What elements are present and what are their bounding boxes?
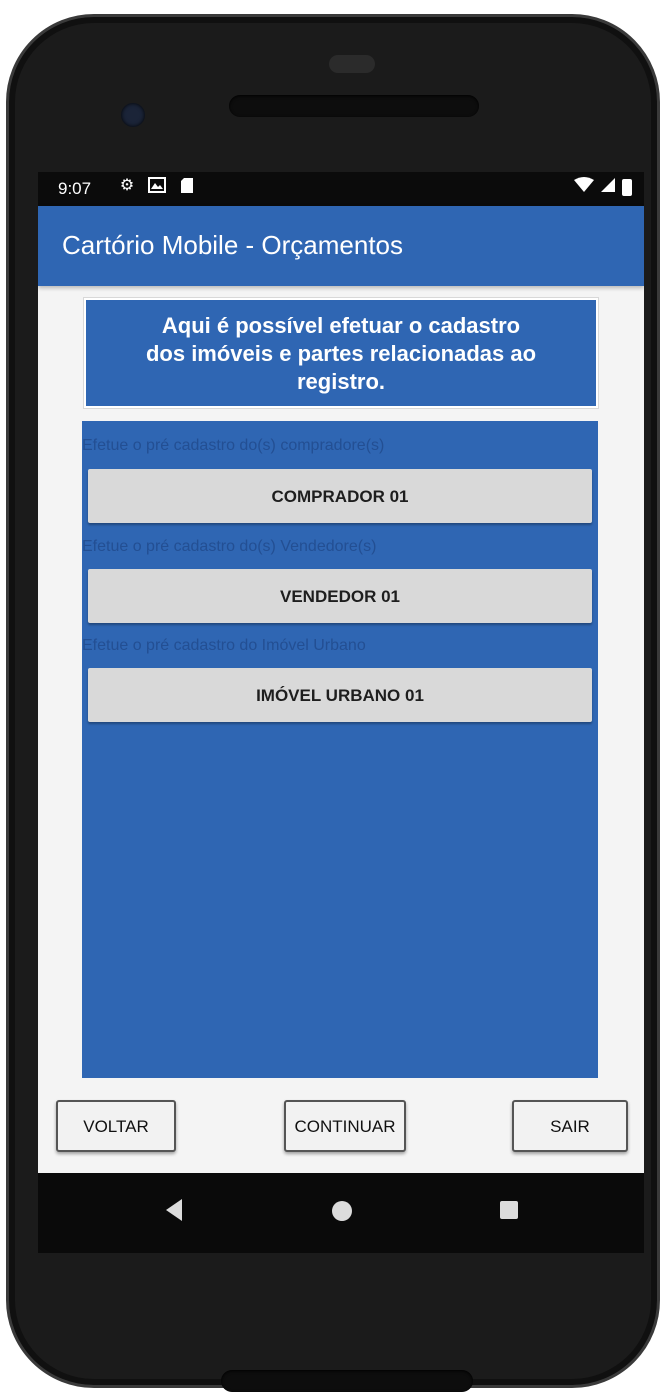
continue-button[interactable]: CONTINUAR: [284, 1100, 406, 1152]
back-button[interactable]: VOLTAR: [56, 1100, 176, 1152]
front-camera-icon: [121, 103, 145, 127]
signal-icon: [600, 177, 616, 198]
registration-panel: Efetue o pré cadastro do(s) compradore(s…: [82, 421, 598, 1078]
app-title: Cartório Mobile - Orçamentos: [62, 230, 403, 260]
navigation-bar: [38, 1173, 644, 1253]
app-bar: Cartório Mobile - Orçamentos: [38, 206, 644, 286]
seller-01-button[interactable]: VENDEDOR 01: [88, 569, 592, 623]
status-notification-icons: ⚙: [118, 177, 196, 195]
wifi-icon: [574, 177, 594, 198]
proximity-sensor: [329, 55, 375, 73]
buyer-01-button[interactable]: COMPRADOR 01: [88, 469, 592, 523]
seller-section-label: Efetue o pré cadastro do(s) Vendedore(s): [82, 538, 377, 555]
top-speaker: [229, 95, 479, 117]
urban-property-01-button[interactable]: IMÓVEL URBANO 01: [88, 668, 592, 722]
battery-icon: [622, 179, 632, 196]
info-banner: Aqui é possível efetuar o cadastro dos i…: [83, 297, 599, 409]
bottom-speaker: [221, 1370, 473, 1392]
status-system-icons: [574, 177, 632, 198]
app-screen: 9:07 ⚙ Cartório Mobile - Orçamentos Aqui…: [38, 172, 644, 1173]
exit-button[interactable]: SAIR: [512, 1100, 628, 1152]
info-line-1: Aqui é possível efetuar o cadastro: [161, 313, 521, 338]
info-line-3: registro.: [296, 369, 386, 394]
buyer-section-label: Efetue o pré cadastro do(s) compradore(s…: [82, 437, 385, 454]
sd-card-icon: [178, 177, 196, 195]
settings-icon: ⚙: [119, 177, 135, 194]
back-nav-icon[interactable]: [166, 1199, 182, 1221]
recent-apps-nav-icon[interactable]: [500, 1201, 518, 1219]
info-line-2: dos imóveis e partes relacionadas ao: [145, 341, 537, 366]
home-nav-icon[interactable]: [332, 1201, 352, 1221]
status-bar: 9:07 ⚙: [38, 172, 644, 206]
status-time: 9:07: [58, 179, 92, 198]
property-section-label: Efetue o pré cadastro do Imóvel Urbano: [82, 637, 366, 654]
image-notification-icon: [148, 177, 166, 195]
